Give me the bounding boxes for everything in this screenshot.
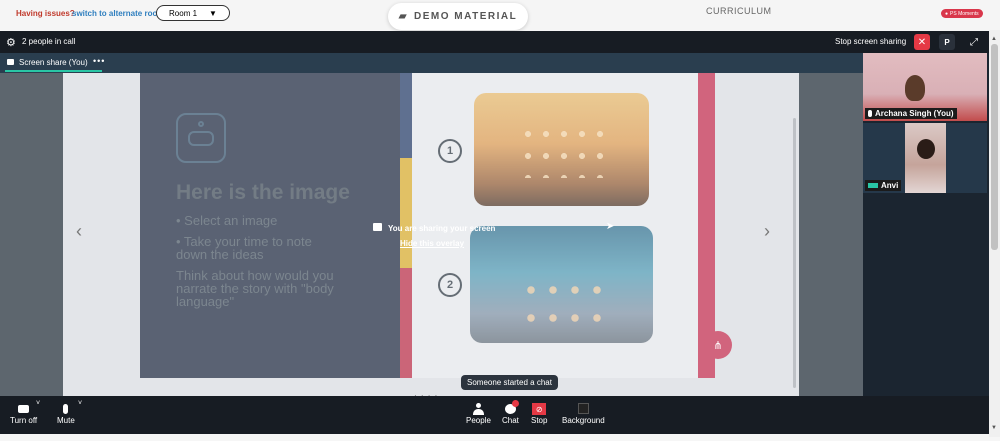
person-icon xyxy=(473,403,485,415)
people-button[interactable]: People xyxy=(466,401,491,425)
participants-panel: Archana Singh (You) Anvi xyxy=(863,53,989,396)
chat-icon xyxy=(504,400,519,414)
call-header: ⚙ 2 people in call Stop screen sharing ✕… xyxy=(0,31,989,53)
participant-video xyxy=(905,123,946,193)
expand-icon[interactable]: ⤢ xyxy=(966,34,982,50)
mic-icon xyxy=(868,110,872,117)
active-tab-indicator xyxy=(5,70,102,72)
cursor-icon: ➤ xyxy=(606,221,615,232)
participant-tile[interactable]: Anvi xyxy=(863,123,987,193)
stop-share-icon: ⊘ xyxy=(532,403,547,415)
people-in-call: 2 people in call xyxy=(22,37,76,46)
scroll-thumb[interactable] xyxy=(991,44,998,250)
moments-label: PS Moments xyxy=(950,10,979,17)
chevron-down-icon[interactable]: ˅ xyxy=(36,400,40,407)
unread-badge xyxy=(511,400,519,407)
turn-off-label: Turn off xyxy=(10,416,38,425)
mute-button[interactable]: Mute xyxy=(57,401,75,425)
switch-alternate-room-link[interactable]: switch to alternate room xyxy=(72,9,164,18)
screen-share-stage: Here is the image • Select an image • Ta… xyxy=(0,73,863,396)
stop-screen-sharing-link[interactable]: Stop screen sharing xyxy=(835,37,906,46)
camera-icon xyxy=(18,405,30,413)
mute-label: Mute xyxy=(57,416,75,425)
room-select-value: Room 1 xyxy=(169,8,198,18)
top-bar: Having issues? switch to alternate room … xyxy=(0,0,1000,30)
sharing-status-text: You are sharing your screen xyxy=(388,224,496,233)
background-icon xyxy=(577,403,589,414)
dropdown-arrow-icon: ▼ xyxy=(209,8,217,18)
demo-material-button[interactable]: ▰ DEMO MATERIAL xyxy=(388,3,528,30)
folder-icon: ▰ xyxy=(398,11,408,22)
participant-tile[interactable]: Archana Singh (You) xyxy=(863,53,987,121)
share-screen-icon xyxy=(7,59,14,65)
turn-off-camera-button[interactable]: Turn off xyxy=(10,401,37,425)
ps-moments-badge[interactable]: ● PS Moments xyxy=(941,9,983,18)
chat-toast[interactable]: Someone started a chat xyxy=(461,375,558,390)
curriculum-tab[interactable]: CURRICULUM xyxy=(706,6,772,16)
close-icon[interactable]: ✕ xyxy=(914,34,930,50)
sharing-overlay xyxy=(0,73,863,396)
participant-label: Archana Singh (You) xyxy=(865,108,957,119)
more-options-icon[interactable]: ••• xyxy=(93,56,105,66)
background-label: Background xyxy=(562,416,605,425)
call-controls: Turn off ˅ Mute ˅ People Chat ⊘ Stop Bac… xyxy=(0,396,989,434)
moments-icon: ● xyxy=(945,10,949,17)
participant-video xyxy=(905,75,925,101)
hide-overlay-link[interactable]: Hide this overlay xyxy=(400,239,464,248)
share-screen-icon xyxy=(373,223,382,231)
demo-material-label: DEMO MATERIAL xyxy=(414,11,518,22)
chat-button[interactable]: Chat xyxy=(502,400,519,425)
stop-share-button[interactable]: ⊘ Stop xyxy=(531,401,547,425)
chevron-down-icon[interactable]: ˅ xyxy=(78,400,82,407)
mic-icon xyxy=(63,404,69,414)
people-label: People xyxy=(466,416,491,425)
participant-name: Archana Singh (You) xyxy=(875,109,954,118)
chat-label: Chat xyxy=(502,416,519,425)
participant-face xyxy=(917,139,935,159)
issues-text: Having issues? xyxy=(16,9,75,18)
room-select[interactable]: Room 1 ▼ xyxy=(156,5,230,21)
gear-icon[interactable]: ⚙ xyxy=(6,36,16,49)
screen-share-tab[interactable]: Screen share (You) xyxy=(19,58,88,67)
stop-label: Stop xyxy=(531,416,548,425)
participant-name: Anvi xyxy=(881,181,899,190)
p-button[interactable]: P xyxy=(939,34,955,50)
participant-label: Anvi xyxy=(865,180,902,191)
audio-level-icon xyxy=(868,183,878,188)
background-button[interactable]: Background xyxy=(562,401,605,425)
scroll-down-icon[interactable]: ▼ xyxy=(991,425,997,431)
screen-share-tab-bar: Screen share (You) ••• xyxy=(0,53,863,73)
scroll-up-icon[interactable]: ▲ xyxy=(991,36,997,42)
